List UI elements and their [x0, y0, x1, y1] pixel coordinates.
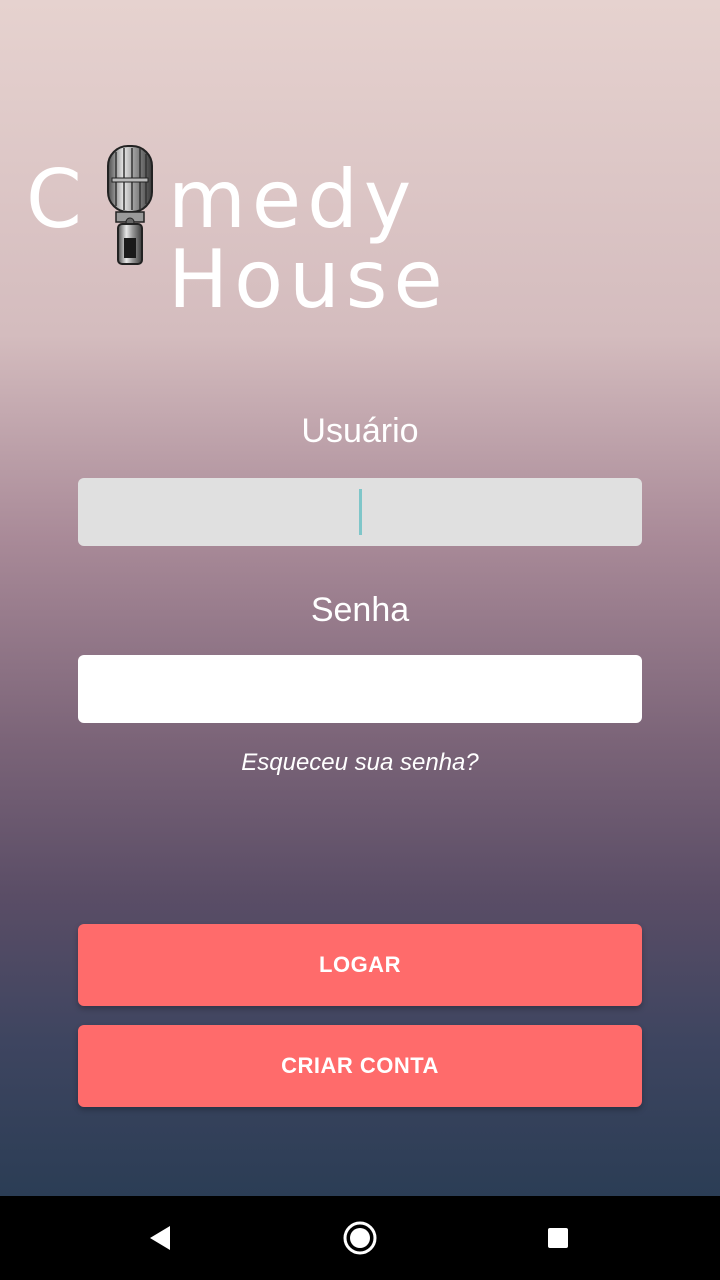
home-circle-icon[interactable] [340, 1218, 380, 1258]
password-label: Senha [310, 591, 410, 629]
username-label: Usuário [301, 412, 419, 450]
text-caret [359, 489, 362, 535]
forgot-password-link[interactable]: Esqueceu sua senha? [0, 749, 720, 777]
back-triangle-icon[interactable] [140, 1218, 180, 1258]
login-screen: C medy House Usuário Senha Esqueceu sua [0, 0, 720, 1196]
password-input[interactable] [78, 655, 642, 723]
system-nav-bar [0, 1196, 720, 1280]
microphone-icon [107, 145, 153, 265]
logo-wordmark: medy House [168, 153, 449, 326]
login-button[interactable]: LOGAR [78, 924, 642, 1006]
create-account-button[interactable]: CRIAR CONTA [78, 1025, 642, 1107]
recent-square-icon[interactable] [538, 1218, 578, 1258]
logo-letter-c: C [26, 153, 88, 246]
